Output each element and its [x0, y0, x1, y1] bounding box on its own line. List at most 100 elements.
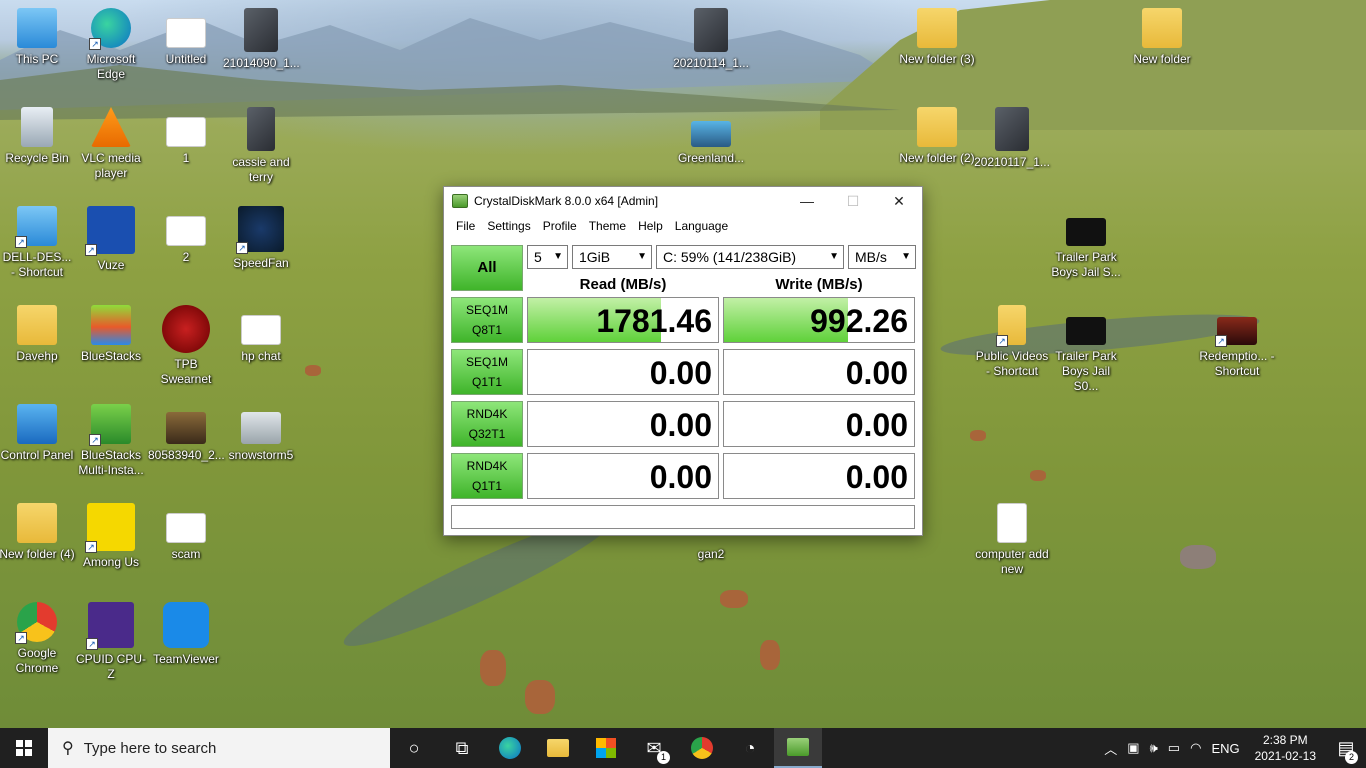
- bluestacks-multi-icon: ↗: [89, 404, 131, 446]
- desktop-icon-google-chrome[interactable]: ↗ Google Chrome: [0, 602, 75, 676]
- desktop-icon-new-folder-3[interactable]: New folder (3): [899, 8, 975, 67]
- taskbar-search-box[interactable]: ⚲ Type here to search: [48, 728, 390, 768]
- taskbar-edge[interactable]: [486, 728, 534, 768]
- desktop-icon-teamviewer[interactable]: TeamViewer: [148, 602, 224, 667]
- computer-icon: [17, 8, 57, 48]
- edge-icon: ↗: [89, 8, 131, 50]
- desktop-icon-vlc[interactable]: VLC media player: [73, 107, 149, 181]
- write-result: 0.00: [723, 453, 915, 499]
- desktop-icon-2[interactable]: 2: [148, 206, 224, 265]
- menu-help[interactable]: Help: [632, 219, 669, 233]
- write-result: 0.00: [723, 349, 915, 395]
- desktop-icon-80583940[interactable]: 80583940_2...: [148, 404, 225, 463]
- menu-settings[interactable]: Settings: [481, 219, 536, 233]
- desktop-icon-speedfan[interactable]: ↗ SpeedFan: [223, 206, 299, 271]
- task-view-icon: ⧉: [455, 737, 469, 758]
- taskbar-mail[interactable]: ✉ 1: [630, 728, 678, 768]
- image-file-icon: [166, 216, 206, 246]
- video-thumbnail-icon: [691, 121, 731, 147]
- desktop-icon-bluestacks[interactable]: BlueStacks: [73, 305, 149, 364]
- clock[interactable]: 2:38 PM 2021-02-13: [1245, 732, 1326, 764]
- test-size-select[interactable]: 1GiB ▼: [572, 245, 652, 269]
- chrome-icon: ↗: [15, 602, 57, 644]
- mail-badge: 1: [657, 751, 670, 764]
- minimize-button[interactable]: —: [784, 187, 830, 215]
- desktop-icon-among-us[interactable]: ↗ Among Us: [73, 503, 149, 570]
- title-bar[interactable]: CrystalDiskMark 8.0.0 x64 [Admin] — ☐ ✕: [444, 187, 922, 215]
- desktop-icon-edge[interactable]: ↗ Microsoft Edge: [73, 8, 149, 82]
- comment-field[interactable]: [451, 505, 915, 529]
- taskbar-store[interactable]: [582, 728, 630, 768]
- taskbar-crystaldiskmark[interactable]: [774, 728, 822, 768]
- desktop-icon-trailer-park-2[interactable]: Trailer Park Boys Jail S0...: [1048, 305, 1124, 394]
- menu-language[interactable]: Language: [669, 219, 734, 233]
- control-panel-icon: [17, 404, 57, 444]
- drive-select[interactable]: C: 59% (141/238GiB) ▼: [656, 245, 844, 269]
- test-button-seq1m-q8t1[interactable]: SEQ1M Q8T1: [451, 297, 523, 343]
- test-button-rnd4k-q32t1[interactable]: RND4K Q32T1: [451, 401, 523, 447]
- desktop-icon-davehp[interactable]: Davehp: [0, 305, 75, 364]
- test-button-rnd4k-q1t1[interactable]: RND4K Q1T1: [451, 453, 523, 499]
- photo-thumbnail-icon: [694, 8, 728, 52]
- meet-now-icon[interactable]: ▣: [1122, 740, 1144, 756]
- desktop-icon-cassie-and-terry[interactable]: cassie and terry: [223, 107, 299, 185]
- desktop-icon-cpu-z[interactable]: ↗ CPUID CPU-Z: [73, 602, 149, 682]
- desktop-icon-untitled[interactable]: Untitled: [148, 8, 224, 67]
- bluestacks-icon: [91, 305, 131, 345]
- battery-icon[interactable]: ▭: [1163, 740, 1185, 756]
- desktop-icon-20210117[interactable]: 20210117_1...: [974, 107, 1050, 170]
- maximize-button[interactable]: ☐: [830, 187, 876, 215]
- desktop-icon-greenland[interactable]: Greenland...: [673, 107, 749, 166]
- folder-icon: [17, 503, 57, 543]
- desktop-icon-hp-chat[interactable]: hp chat: [223, 305, 299, 364]
- system-tray: ︿ ▣ 🕪 ▭ ◠ ENG 2:38 PM 2021-02-13 ▤ 2: [1099, 728, 1366, 768]
- desktop-icon-21014090[interactable]: 21014090_1...: [223, 8, 300, 71]
- read-column-header: Read (MB/s): [579, 276, 667, 293]
- desktop-icon-new-folder-2[interactable]: New folder (2): [899, 107, 975, 166]
- menu-profile[interactable]: Profile: [537, 219, 583, 233]
- read-result: 0.00: [527, 401, 719, 447]
- language-indicator[interactable]: ENG: [1206, 741, 1244, 756]
- taskbar-chrome[interactable]: [678, 728, 726, 768]
- taskbar-speedometer[interactable]: ◔: [726, 728, 774, 768]
- wifi-icon[interactable]: ◠: [1185, 740, 1206, 756]
- desktop-icon-trailer-park-1[interactable]: Trailer Park Boys Jail S...: [1048, 206, 1124, 280]
- close-button[interactable]: ✕: [876, 187, 922, 215]
- test-button-seq1m-q1t1[interactable]: SEQ1M Q1T1: [451, 349, 523, 395]
- desktop-icon-scam[interactable]: scam: [148, 503, 224, 562]
- taskbar-file-explorer[interactable]: [534, 728, 582, 768]
- test-count-select[interactable]: 5 ▼: [527, 245, 568, 269]
- desktop-icon-new-folder[interactable]: New folder: [1124, 8, 1200, 67]
- desktop-icon-recycle-bin[interactable]: Recycle Bin: [0, 107, 75, 166]
- windows-logo-icon: [16, 740, 32, 756]
- volume-icon[interactable]: 🕪: [1145, 740, 1163, 756]
- menu-file[interactable]: File: [450, 219, 481, 233]
- crystaldiskmark-window[interactable]: CrystalDiskMark 8.0.0 x64 [Admin] — ☐ ✕ …: [443, 186, 923, 536]
- desktop-icon-20210114[interactable]: 20210114_1...: [673, 8, 749, 71]
- cortana-button[interactable]: ○: [390, 728, 438, 768]
- chevron-up-icon[interactable]: ︿: [1099, 739, 1122, 758]
- desktop-icon-this-pc[interactable]: This PC: [0, 8, 75, 67]
- desktop-icon-snowstorm5[interactable]: snowstorm5: [223, 404, 299, 463]
- menu-theme[interactable]: Theme: [583, 219, 632, 233]
- desktop-icon-tpb-swearnet[interactable]: TPB Swearnet: [148, 305, 224, 387]
- start-button[interactable]: [0, 728, 48, 768]
- desktop-icon-control-panel[interactable]: Control Panel: [0, 404, 75, 463]
- menu-bar: File Settings Profile Theme Help Languag…: [444, 215, 922, 237]
- horse: [970, 430, 986, 441]
- search-placeholder: Type here to search: [83, 739, 217, 757]
- vuze-frog-icon: ↗: [85, 206, 135, 256]
- desktop-icon-computer-add-new[interactable]: computer add new: [974, 503, 1050, 577]
- desktop-icon-redemption[interactable]: ↗ Redemptio... - Shortcut: [1199, 305, 1275, 379]
- desktop-icon-dell-shortcut[interactable]: ↗ DELL-DES... - Shortcut: [0, 206, 75, 280]
- action-center-button[interactable]: ▤ 2: [1326, 728, 1366, 768]
- desktop-icon-bluestacks-multi[interactable]: ↗ BlueStacks Multi-Insta...: [73, 404, 149, 478]
- desktop-icon-1[interactable]: 1: [148, 107, 224, 166]
- desktop-icon-vuze[interactable]: ↗ Vuze: [73, 206, 149, 273]
- unit-select[interactable]: MB/s ▼: [848, 245, 916, 269]
- all-button[interactable]: All: [451, 245, 523, 291]
- desktop-icon-public-videos[interactable]: ↗ Public Videos - Shortcut: [974, 305, 1050, 379]
- desktop-icon-new-folder-4[interactable]: New folder (4): [0, 503, 75, 562]
- task-view-button[interactable]: ⧉: [438, 728, 486, 768]
- video-thumbnail-icon: [1066, 317, 1106, 345]
